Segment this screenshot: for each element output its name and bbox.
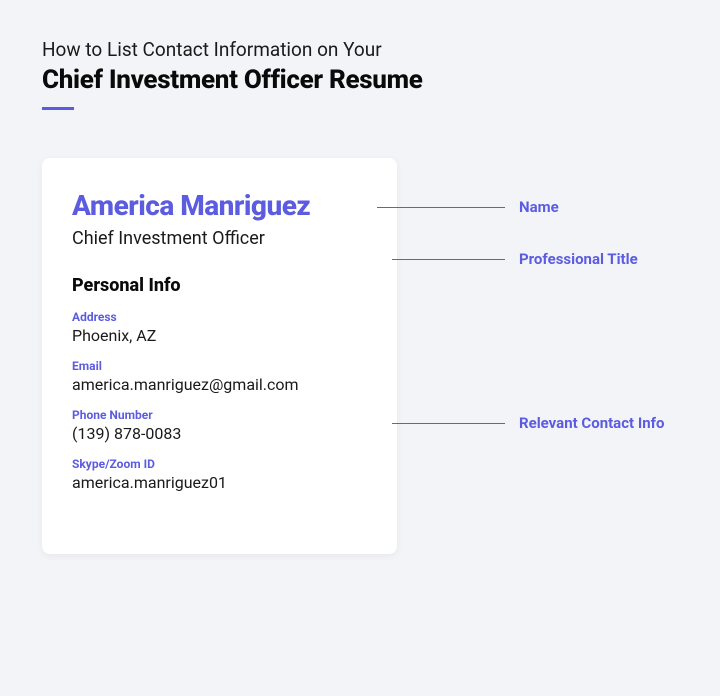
address-field: Address Phoenix, AZ bbox=[72, 310, 367, 345]
annotation-contact: Relevant Contact Info bbox=[392, 414, 664, 432]
resume-card: America Manriguez Chief Investment Offic… bbox=[42, 158, 397, 554]
email-value: america.manriguez@gmail.com bbox=[72, 375, 367, 394]
email-label: Email bbox=[72, 359, 367, 373]
annotations-area: Name Professional Title Relevant Contact… bbox=[397, 158, 678, 554]
annotation-contact-label: Relevant Contact Info bbox=[519, 414, 664, 432]
annotation-line-icon bbox=[392, 423, 505, 424]
annotation-name-label: Name bbox=[519, 198, 559, 216]
phone-field: Phone Number (139) 878-0083 bbox=[72, 408, 367, 443]
skype-value: america.manriguez01 bbox=[72, 473, 367, 492]
header-underline bbox=[42, 107, 74, 110]
annotation-name: Name bbox=[377, 198, 559, 216]
phone-label: Phone Number bbox=[72, 408, 367, 422]
skype-field: Skype/Zoom ID america.manriguez01 bbox=[72, 457, 367, 492]
annotation-line-icon bbox=[392, 259, 505, 260]
header-title: Chief Investment Officer Resume bbox=[42, 65, 678, 95]
annotation-line-icon bbox=[377, 207, 505, 208]
header-subtitle: How to List Contact Information on Your bbox=[42, 38, 678, 61]
email-field: Email america.manriguez@gmail.com bbox=[72, 359, 367, 394]
annotation-title: Professional Title bbox=[392, 250, 638, 268]
address-value: Phoenix, AZ bbox=[72, 326, 367, 345]
skype-label: Skype/Zoom ID bbox=[72, 457, 367, 471]
annotation-title-label: Professional Title bbox=[519, 250, 638, 268]
applicant-title: Chief Investment Officer bbox=[72, 228, 367, 249]
personal-info-heading: Personal Info bbox=[72, 275, 367, 296]
content-area: America Manriguez Chief Investment Offic… bbox=[42, 158, 678, 554]
address-label: Address bbox=[72, 310, 367, 324]
applicant-name: America Manriguez bbox=[72, 190, 367, 222]
phone-value: (139) 878-0083 bbox=[72, 424, 367, 443]
page-container: How to List Contact Information on Your … bbox=[0, 0, 720, 592]
